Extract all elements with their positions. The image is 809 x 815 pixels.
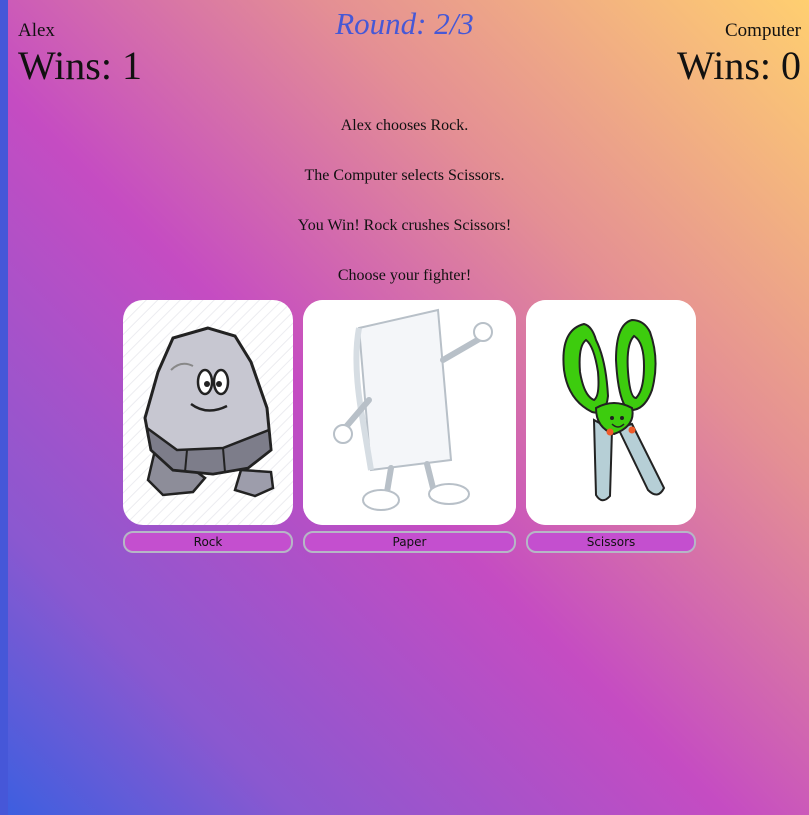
scissors-character-icon [526,300,696,525]
paper-card[interactable] [303,300,516,525]
choose-prompt: Choose your fighter! [337,267,472,284]
scissors-card[interactable] [526,300,696,525]
player-wins: Wins: 1 [18,43,142,88]
scissors-button[interactable]: Scissors [526,531,696,553]
rock-character-icon [123,300,293,525]
paper-button[interactable]: Paper [303,531,516,553]
computer-choice-message: The Computer selects Scissors. [304,167,505,184]
paper-character-icon [303,300,516,525]
rock-button[interactable]: Rock [123,531,293,553]
computer-wins: Wins: 0 [677,43,801,88]
result-message: You Win! Rock crushes Scissors! [297,217,512,234]
player-choice-message: Alex chooses Rock. [340,117,469,134]
rock-card[interactable] [123,300,293,525]
computer-name: Computer [725,20,801,41]
computer-score-panel: Computer Wins: 0 [677,20,801,88]
